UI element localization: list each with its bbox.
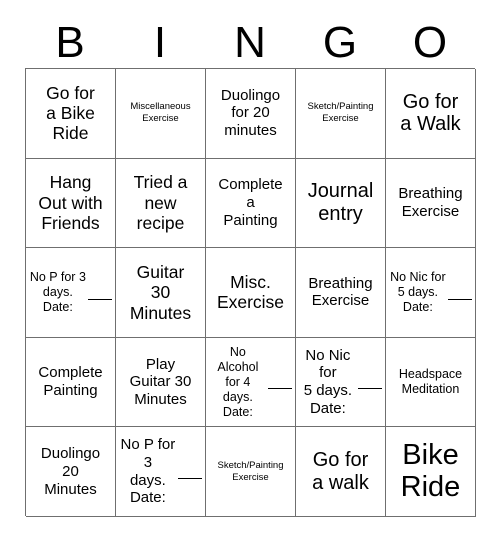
bingo-cell[interactable]: Play Guitar 30 Minutes: [116, 337, 206, 428]
date-blank-line[interactable]: [267, 375, 292, 390]
date-blank-line[interactable]: [87, 285, 112, 300]
bingo-cell-label: No Alcohol for 4 days. Date:: [217, 344, 259, 419]
bingo-cell[interactable]: No P for 3 days. Date:: [26, 248, 116, 338]
bingo-cell-label: No P for 3 days. Date:: [120, 436, 176, 507]
bingo-cell-label: Sketch/Painting Exercise: [217, 459, 284, 483]
date-blank-line[interactable]: [447, 285, 472, 300]
bingo-cell-label: Sketch/Painting Exercise: [307, 101, 374, 125]
bingo-cell-label: Breathing Exercise: [308, 274, 373, 310]
bingo-cell[interactable]: Bike Ride: [386, 427, 476, 517]
bingo-cell-label: No Nic for 5 days. Date:: [303, 346, 353, 417]
bingo-cell[interactable]: Misc. Exercise: [206, 248, 296, 338]
bingo-cell-label: No Nic for 5 days. Date:: [390, 269, 446, 314]
bingo-cell[interactable]: No Nic for 5 days. Date:: [386, 248, 476, 338]
bingo-card: B I N G O Go for a Bike Ride Miscellaneous Ex…: [0, 0, 500, 544]
bingo-header-letter-b: B: [55, 18, 85, 67]
bingo-cell-label: Miscellaneous Exercise: [130, 101, 191, 125]
bingo-cell[interactable]: Go for a walk: [296, 427, 386, 517]
bingo-cell[interactable]: Breathing Exercise: [296, 248, 386, 338]
bingo-cell[interactable]: Go for a Bike Ride: [26, 69, 116, 159]
bingo-cell[interactable]: Sketch/Painting Exercise: [206, 427, 296, 517]
bingo-header: BINGO: [25, 18, 475, 68]
bingo-cell-label: Journal entry: [307, 180, 374, 225]
bingo-cell[interactable]: Tried a new recipe: [116, 158, 206, 249]
bingo-cell[interactable]: Breathing Exercise: [386, 158, 476, 249]
bingo-cell[interactable]: No Alcohol for 4 days. Date:: [206, 337, 296, 428]
bingo-cell-label: Hang Out with Friends: [38, 172, 103, 234]
bingo-cell-label: Play Guitar 30 Minutes: [129, 355, 192, 408]
bingo-cell[interactable]: Duolingo for 20 minutes: [206, 69, 296, 159]
bingo-cell-label: Breathing Exercise: [398, 185, 463, 220]
bingo-cell-label: Guitar 30 Minutes: [129, 262, 192, 323]
bingo-cell[interactable]: Duolingo 20 Minutes: [26, 427, 116, 517]
bingo-cell[interactable]: No P for 3 days. Date:: [116, 427, 206, 517]
bingo-header-letter-i: I: [153, 18, 167, 67]
bingo-cell[interactable]: Hang Out with Friends: [26, 158, 116, 249]
bingo-cell-label: Go for a Bike Ride: [46, 82, 95, 144]
bingo-cell-label: Misc. Exercise: [216, 272, 285, 313]
bingo-cell[interactable]: Sketch/Painting Exercise: [296, 69, 386, 159]
bingo-cell-label: Complete a Painting: [218, 176, 283, 229]
date-blank-line[interactable]: [357, 375, 382, 390]
bingo-cell[interactable]: Guitar 30 Minutes: [116, 248, 206, 338]
date-blank-line[interactable]: [177, 465, 202, 479]
bingo-cell[interactable]: Miscellaneous Exercise: [116, 69, 206, 159]
bingo-cell[interactable]: Complete Painting: [26, 337, 116, 428]
bingo-cell[interactable]: Complete a Painting: [206, 158, 296, 249]
bingo-cell-label: Bike Ride: [400, 438, 461, 503]
bingo-cell-label: Duolingo for 20 minutes: [220, 86, 281, 140]
bingo-cell[interactable]: Journal entry: [296, 158, 386, 249]
bingo-header-letter-g: G: [322, 18, 358, 67]
bingo-cell-label: Go for a Walk: [400, 90, 461, 136]
bingo-cell[interactable]: No Nic for 5 days. Date:: [296, 337, 386, 428]
bingo-cell-label: Go for a walk: [312, 448, 369, 494]
bingo-cell[interactable]: Go for a Walk: [386, 69, 476, 159]
bingo-cell-label: No P for 3 days. Date:: [29, 269, 86, 314]
bingo-cell-label: Duolingo 20 Minutes: [40, 445, 101, 498]
bingo-header-letter-o: O: [412, 18, 448, 67]
bingo-cell-label: Complete Painting: [38, 364, 103, 400]
bingo-cell[interactable]: Headspace Meditation: [386, 337, 476, 428]
bingo-cell-label: Tried a new recipe: [133, 172, 188, 234]
bingo-header-letter-n: N: [234, 18, 266, 67]
bingo-grid: Go for a Bike Ride Miscellaneous Exercise…: [25, 68, 476, 517]
bingo-cell-label: Headspace Meditation: [398, 367, 463, 397]
